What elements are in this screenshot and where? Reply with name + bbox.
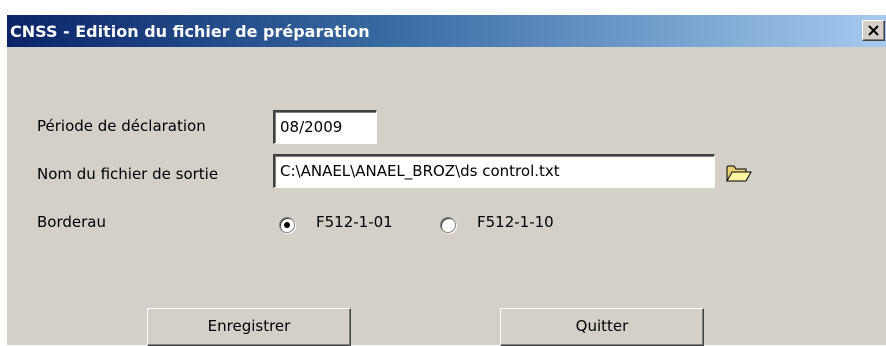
output-file-label: Nom du fichier de sortie bbox=[37, 165, 219, 183]
borderau-label: Borderau bbox=[37, 213, 106, 231]
output-file-input[interactable]: C:\ANAEL\ANAEL_BROZ\ds control.txt bbox=[273, 154, 715, 188]
radio-selected-dot bbox=[284, 222, 290, 228]
dialog-window: CNSS - Edition du fichier de préparation… bbox=[6, 14, 886, 346]
window-title: CNSS - Edition du fichier de préparation bbox=[10, 22, 370, 41]
close-icon bbox=[868, 25, 879, 36]
radio-f512-1-01-label[interactable]: F512-1-01 bbox=[316, 213, 393, 231]
radio-f512-1-01[interactable] bbox=[279, 217, 295, 233]
quit-button[interactable]: Quitter bbox=[500, 308, 704, 346]
radio-f512-1-10[interactable] bbox=[440, 217, 456, 233]
title-bar[interactable]: CNSS - Edition du fichier de préparation bbox=[7, 15, 886, 47]
period-label: Période de déclaration bbox=[37, 117, 206, 135]
radio-f512-1-10-label[interactable]: F512-1-10 bbox=[477, 213, 554, 231]
period-input[interactable]: 08/2009 bbox=[273, 110, 377, 144]
save-button[interactable]: Enregistrer bbox=[147, 308, 351, 346]
close-button[interactable] bbox=[862, 20, 885, 41]
folder-open-icon[interactable] bbox=[725, 162, 753, 184]
